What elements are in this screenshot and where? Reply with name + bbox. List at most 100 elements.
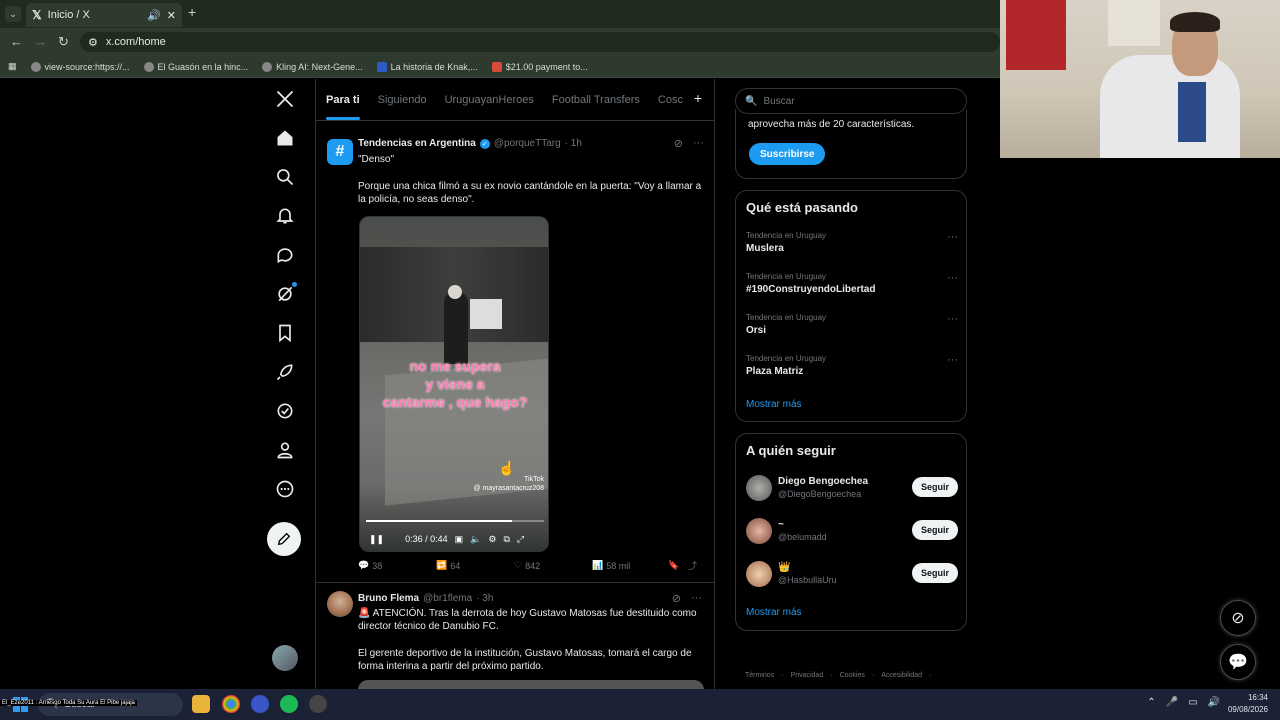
messages-icon[interactable] [273, 243, 297, 267]
author-name[interactable]: Tendencias en Argentina [358, 138, 476, 149]
bookmark-item[interactable]: La historia de Knak,... [376, 61, 478, 72]
retweet-button[interactable]: 🔁 64 [436, 559, 514, 572]
bookmark-item[interactable]: El Guasón en la hinc... [143, 61, 248, 72]
author-handle[interactable]: @br1flema [423, 593, 472, 604]
pip-icon[interactable]: ⧉ [503, 534, 509, 545]
tab-uruguayanheroes[interactable]: UruguayanHeroes [445, 94, 534, 106]
back-icon[interactable]: ← [10, 34, 23, 49]
fullscreen-icon[interactable]: ⤢ [517, 534, 524, 545]
spotify-icon[interactable] [280, 695, 298, 713]
reply-button[interactable]: 💬 38 [358, 559, 436, 572]
follow-item[interactable]: 👑 @HasbullaUru Seguir [746, 561, 958, 591]
more-options-icon[interactable]: ··· [947, 313, 958, 325]
forward-icon[interactable]: → [34, 34, 47, 49]
footer-terms[interactable]: Términos [745, 672, 774, 679]
tweet-media[interactable] [358, 680, 704, 689]
footer-accessibility[interactable]: Accesibilidad [881, 672, 922, 679]
video-player[interactable]: no me supera y viene a cantarme , que ha… [359, 216, 549, 552]
follow-button[interactable]: Seguir [911, 520, 958, 540]
avatar[interactable] [746, 475, 772, 501]
microphone-icon[interactable]: 🎤 [1166, 697, 1178, 708]
grok-fab-button[interactable]: ⊘ [1220, 600, 1256, 636]
trend-item[interactable]: Tendencia en Uruguay Orsi ··· [746, 313, 958, 336]
compose-post-button[interactable] [267, 522, 301, 556]
footer-privacy[interactable]: Privacidad [791, 672, 824, 679]
show-more-link[interactable]: Mostrar más [746, 607, 802, 618]
explore-icon[interactable] [273, 165, 297, 189]
subscribe-button[interactable]: Suscribirse [749, 143, 826, 165]
profile-icon[interactable] [273, 438, 297, 462]
follow-name[interactable]: ~ [778, 519, 784, 530]
trend-item[interactable]: Tendencia en Uruguay Plaza Matriz ··· [746, 354, 958, 377]
grok-small-icon[interactable]: ⊘ [674, 137, 683, 150]
footer-cookies[interactable]: Cookies [840, 672, 865, 679]
bookmark-item[interactable]: view-source:https://... [30, 61, 130, 72]
chevron-up-icon[interactable]: ⌃ [1147, 697, 1155, 708]
search-input[interactable]: 🔍 Buscar [735, 88, 967, 114]
new-tab-button[interactable]: + [188, 4, 196, 20]
author-name[interactable]: Bruno Flema [358, 593, 419, 604]
more-options-icon[interactable]: ··· [693, 137, 704, 150]
more-options-icon[interactable]: ··· [947, 231, 958, 243]
tab-siguiendo[interactable]: Siguiendo [378, 94, 427, 106]
share-button[interactable]: ⤴ [688, 559, 697, 572]
more-options-icon[interactable]: ··· [947, 354, 958, 366]
file-explorer-icon[interactable] [192, 695, 210, 713]
display-icon[interactable]: ▭ [1188, 697, 1197, 708]
volume-icon[interactable]: 🔈 [470, 534, 481, 545]
reload-icon[interactable]: ↻ [58, 34, 69, 50]
tab-cosc[interactable]: Cosc [658, 94, 683, 106]
tab-para-ti[interactable]: Para ti [326, 94, 360, 120]
views-button[interactable]: 📊 58 mil [592, 559, 668, 572]
more-options-icon[interactable]: ··· [691, 592, 702, 605]
account-avatar[interactable] [272, 645, 298, 671]
site-info-icon[interactable]: ⚙ [88, 36, 98, 49]
clock[interactable]: 16:34 09/08/2026 [1228, 692, 1268, 716]
follow-name[interactable]: Diego Bengoechea [778, 476, 868, 487]
volume-icon[interactable]: 🔊 [1208, 697, 1220, 708]
tab-football-transfers[interactable]: Football Transfers [552, 94, 640, 106]
tweet-time[interactable]: · 1h [565, 138, 582, 149]
bookmark-button[interactable]: 🔖 [668, 559, 688, 572]
add-tab-icon[interactable]: + [694, 90, 702, 106]
bookmarks-icon[interactable] [273, 321, 297, 345]
grok-icon[interactable] [273, 282, 297, 306]
hashtag-avatar[interactable]: # [327, 139, 353, 165]
like-button[interactable]: ♡ 842 [514, 559, 592, 572]
grok-small-icon[interactable]: ⊘ [672, 592, 681, 605]
author-avatar[interactable] [327, 591, 353, 617]
follow-item[interactable]: Diego Bengoechea @DiegoBengoechea Seguir [746, 475, 958, 505]
video-progress-bar[interactable] [366, 520, 544, 522]
rocket-icon[interactable] [273, 360, 297, 384]
show-more-link[interactable]: Mostrar más [746, 399, 802, 410]
follow-button[interactable]: Seguir [911, 563, 958, 583]
captions-icon[interactable]: ▣ [455, 534, 464, 545]
obs-icon[interactable] [309, 695, 327, 713]
more-options-icon[interactable]: ··· [947, 272, 958, 284]
trend-item[interactable]: Tendencia en Uruguay #190ConstruyendoLib… [746, 272, 958, 295]
audio-icon[interactable]: 🔊 [147, 9, 161, 22]
follow-name[interactable]: 👑 [778, 562, 790, 573]
x-logo-icon[interactable] [273, 87, 297, 111]
home-icon[interactable] [273, 126, 297, 150]
bookmark-item[interactable]: Kling AI: Next-Gene... [262, 61, 363, 72]
messages-fab-button[interactable]: 💬 [1220, 644, 1256, 680]
tab-inicio[interactable]: 𝕏 Inicio / X 🔊 ✕ [26, 3, 182, 27]
bookmark-item[interactable]: $21.00 payment to... [491, 61, 588, 72]
chrome-icon[interactable] [222, 695, 240, 713]
settings-icon[interactable]: ⚙ [488, 534, 496, 545]
author-handle[interactable]: @porqueTTarg [494, 138, 561, 149]
apps-icon[interactable]: ▦ [8, 61, 17, 72]
tweet-time[interactable]: · 3h [476, 593, 493, 604]
trend-item[interactable]: Tendencia en Uruguay Muslera ··· [746, 231, 958, 254]
avatar[interactable] [746, 561, 772, 587]
follow-item[interactable]: ~ @belumadd Seguir [746, 518, 958, 548]
pause-icon[interactable]: ❚❚ [369, 534, 384, 545]
tab-list-button[interactable]: ⌄ [5, 6, 21, 22]
verified-orgs-icon[interactable] [273, 399, 297, 423]
notifications-icon[interactable] [273, 204, 297, 228]
more-icon[interactable] [273, 477, 297, 501]
avatar[interactable] [746, 518, 772, 544]
follow-button[interactable]: Seguir [911, 477, 958, 497]
app-icon[interactable] [251, 695, 269, 713]
